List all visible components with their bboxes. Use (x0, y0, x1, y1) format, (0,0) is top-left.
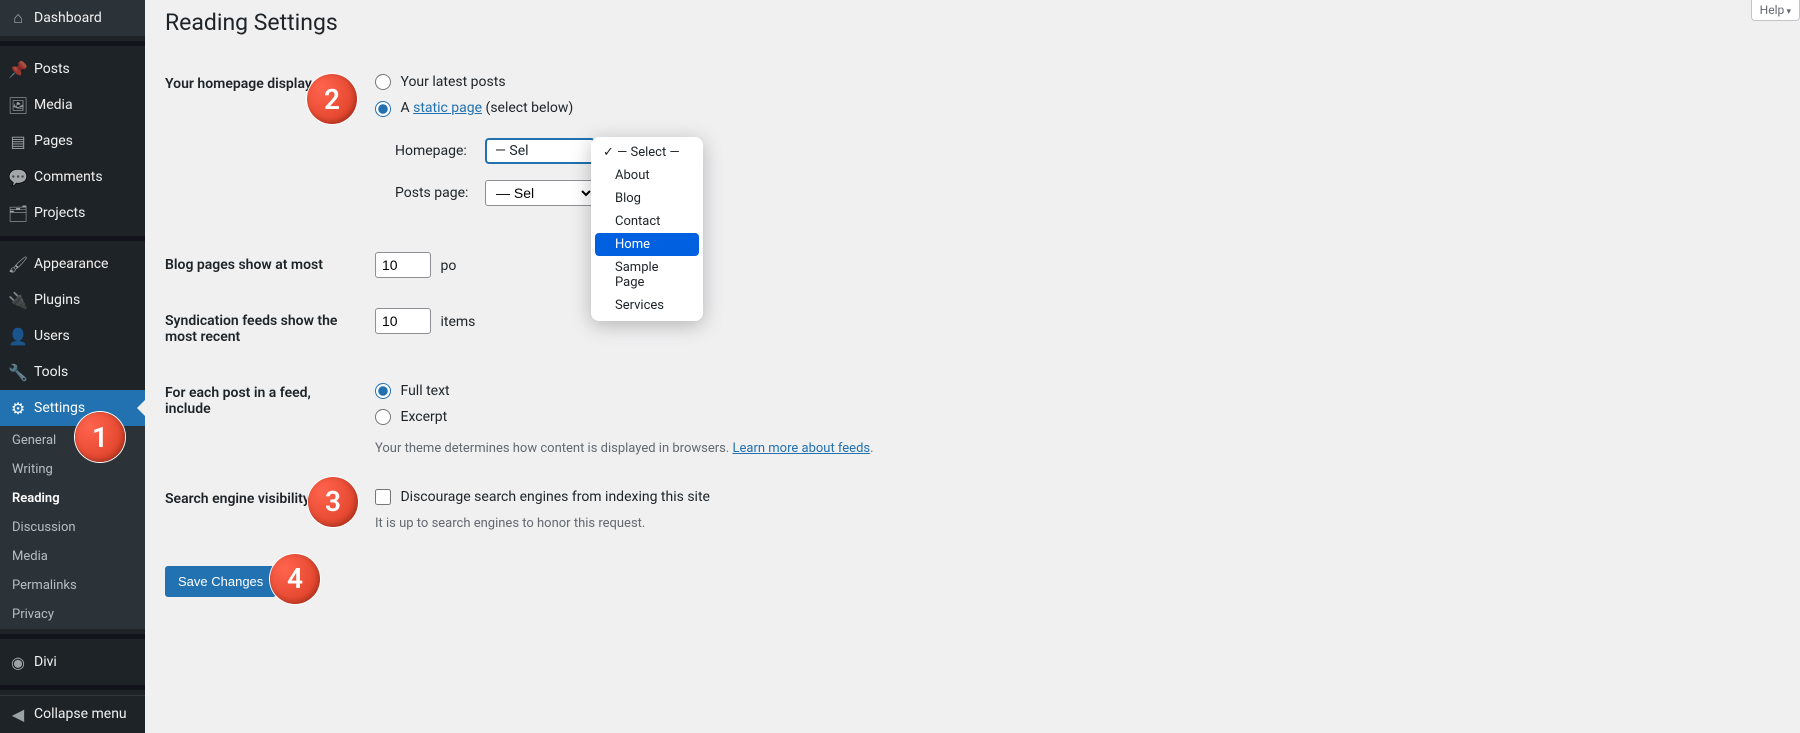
submenu-privacy[interactable]: Privacy (0, 600, 145, 629)
collapse-icon: ◀ (8, 704, 28, 724)
sidebar-item-label: Posts (34, 61, 70, 77)
sidebar-item-label: Media (34, 97, 73, 113)
media-icon: 🖼 (8, 95, 28, 115)
pages-icon: ▤ (8, 131, 28, 151)
sidebar-item-projects[interactable]: 🗂 Projects (0, 195, 145, 231)
sidebar-item-label: Pages (34, 133, 73, 149)
sidebar-item-divi[interactable]: ◉ Divi (0, 644, 145, 680)
page-title: Reading Settings (165, 0, 1780, 40)
sidebar-item-comments[interactable]: 💬 Comments (0, 159, 145, 195)
sidebar-item-label: Divi (34, 654, 57, 670)
radio-latest-posts[interactable]: Your latest posts (375, 71, 874, 93)
sidebar-item-posts[interactable]: 📌 Posts (0, 51, 145, 87)
sidebar-item-appearance[interactable]: 🖌 Appearance (0, 246, 145, 282)
checkbox-discourage-label: Discourage search engines from indexing … (400, 489, 709, 505)
save-changes-button[interactable]: Save Changes (165, 566, 276, 597)
blog-pages-input[interactable] (375, 252, 431, 278)
submenu-reading[interactable]: Reading (0, 484, 145, 513)
posts-page-select-label: Posts page: (395, 185, 485, 201)
radio-static-page-input[interactable] (375, 101, 391, 117)
sidebar-item-label: Comments (34, 169, 103, 185)
dropdown-option-home[interactable]: Home (595, 233, 699, 256)
sidebar-item-pages[interactable]: ▤ Pages (0, 123, 145, 159)
blog-pages-label: Blog pages show at most (165, 237, 365, 293)
posts-page-select[interactable]: — Sel (485, 180, 595, 206)
sidebar-item-label: Appearance (34, 256, 108, 272)
radio-full-text[interactable]: Full text (375, 380, 874, 402)
sidebar-item-tools[interactable]: 🔧 Tools (0, 354, 145, 390)
sidebar-item-label: Users (34, 328, 70, 344)
main-content: Help Reading Settings Your homepage disp… (145, 0, 1800, 733)
submenu-media[interactable]: Media (0, 542, 145, 571)
submenu-permalinks[interactable]: Permalinks (0, 571, 145, 600)
settings-submenu: General Writing Reading Discussion Media… (0, 426, 145, 629)
comment-icon: 💬 (8, 167, 28, 187)
annotation-badge-1: 1 (75, 412, 125, 462)
syndication-input[interactable] (375, 308, 431, 334)
sidebar-item-dashboard[interactable]: ⌂ Dashboard (0, 0, 145, 36)
dropdown-option-sample-page[interactable]: Sample Page (595, 256, 699, 294)
radio-excerpt-label: Excerpt (400, 409, 447, 425)
radio-latest-posts-input[interactable] (375, 74, 391, 90)
radio-static-suffix: (select below) (482, 100, 573, 116)
syndication-unit: items (440, 314, 475, 330)
sidebar-item-media[interactable]: 🖼 Media (0, 87, 145, 123)
search-visibility-label: Search engine visibility 3 (165, 471, 365, 546)
annotation-badge-3: 3 (308, 477, 358, 527)
radio-static-prefix: A (400, 100, 413, 116)
radio-excerpt-input[interactable] (375, 409, 391, 425)
annotation-badge-2: 2 (307, 74, 357, 124)
dashboard-icon: ⌂ (8, 8, 28, 28)
sidebar-item-settings[interactable]: ⚙ Settings (0, 390, 145, 426)
radio-full-text-input[interactable] (375, 383, 391, 399)
projects-icon: 🗂 (8, 203, 28, 223)
collapse-label: Collapse menu (34, 706, 127, 722)
static-page-link[interactable]: static page (413, 100, 482, 116)
dropdown-option-contact[interactable]: Contact (595, 210, 699, 233)
dropdown-option-about[interactable]: About (595, 164, 699, 187)
dropdown-option-services[interactable]: Services (595, 294, 699, 317)
radio-static-page[interactable]: A static page (select below) (375, 97, 874, 119)
wrench-icon: 🔧 (8, 362, 28, 382)
feed-include-label: For each post in a feed, include (165, 365, 365, 471)
plugin-icon: 🔌 (8, 290, 28, 310)
submenu-discussion[interactable]: Discussion (0, 513, 145, 542)
radio-excerpt[interactable]: Excerpt (375, 406, 874, 428)
learn-more-feeds-link[interactable]: Learn more about feeds (733, 441, 871, 456)
help-tab[interactable]: Help (1751, 0, 1800, 21)
sidebar-item-label: Dashboard (34, 10, 102, 26)
checkbox-discourage[interactable]: Discourage search engines from indexing … (375, 486, 874, 508)
dropdown-option-blog[interactable]: Blog (595, 187, 699, 210)
homepage-dropdown-menu: — Select — About Blog Contact Home Sampl… (591, 137, 703, 321)
sidebar-item-label: Settings (34, 400, 85, 416)
sidebar-item-users[interactable]: 👤 Users (0, 318, 145, 354)
blog-pages-unit: po (440, 258, 456, 274)
feed-description: Your theme determines how content is dis… (375, 441, 874, 456)
homepage-select[interactable]: — Sel (485, 138, 595, 164)
radio-latest-posts-label: Your latest posts (400, 74, 505, 90)
syndication-label: Syndication feeds show the most recent (165, 293, 365, 365)
sidebar-item-label: Tools (34, 364, 68, 380)
divi-icon: ◉ (8, 652, 28, 672)
collapse-menu-button[interactable]: ◀ Collapse menu (0, 695, 145, 732)
radio-full-text-label: Full text (400, 383, 449, 399)
pin-icon: 📌 (8, 59, 28, 79)
submenu-writing[interactable]: Writing (0, 455, 145, 484)
annotation-badge-4: 4 (270, 554, 320, 604)
sidebar-item-label: Projects (34, 205, 85, 221)
search-description: It is up to search engines to honor this… (375, 516, 874, 531)
checkbox-discourage-input[interactable] (375, 489, 391, 505)
homepage-select-label: Homepage: (395, 143, 485, 159)
dropdown-option-select[interactable]: — Select — (595, 141, 699, 164)
user-icon: 👤 (8, 326, 28, 346)
brush-icon: 🖌 (8, 254, 28, 274)
sidebar-item-plugins[interactable]: 🔌 Plugins (0, 282, 145, 318)
sidebar-item-label: Plugins (34, 292, 80, 308)
gear-icon: ⚙ (8, 398, 28, 418)
admin-sidebar: ⌂ Dashboard 📌 Posts 🖼 Media ▤ Pages 💬 Comment… (0, 0, 145, 733)
